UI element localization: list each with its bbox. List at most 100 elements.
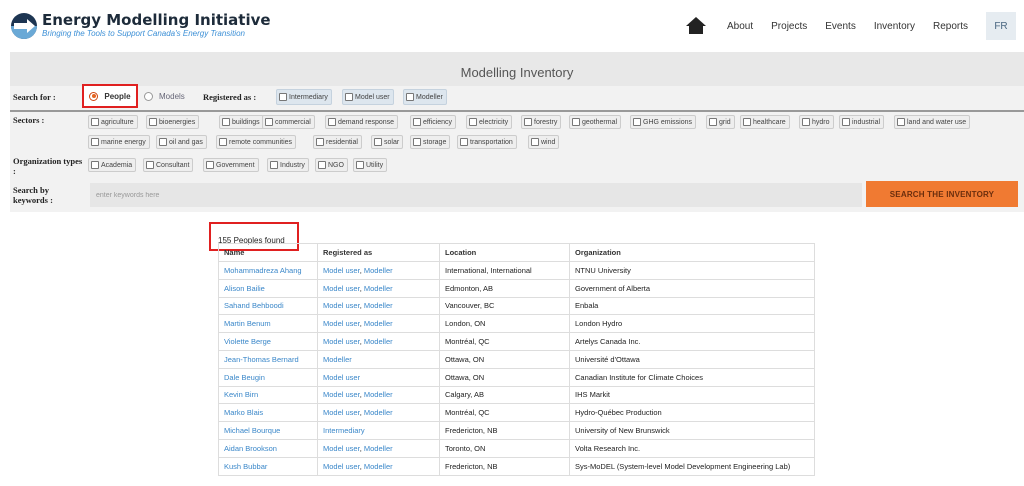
person-name-link[interactable]: Sahand Behboodi [218, 296, 318, 316]
home-icon[interactable] [685, 15, 707, 37]
registered-role-link[interactable]: Model user [323, 301, 360, 310]
sectors-label: Sectors : [13, 115, 45, 125]
checkbox-icon [91, 161, 99, 169]
table-row: Kush Bubbar Model user, Modeller Frederict… [218, 456, 815, 476]
column-header-name[interactable]: Name [218, 243, 318, 262]
sector-checkbox-transportation[interactable]: transportation [457, 135, 517, 149]
nav-events[interactable]: Events [825, 21, 856, 32]
registered-role-link[interactable]: Modeller [364, 337, 393, 346]
organization-cell: Artelys Canada Inc. [569, 332, 815, 351]
org-type-checkbox-consultant[interactable]: Consultant [143, 158, 194, 172]
registered-role-link[interactable]: Model user [323, 284, 360, 293]
people-radio[interactable]: People [82, 84, 138, 108]
registered-model-user-checkbox[interactable]: Model user [342, 89, 394, 105]
keywords-search-input[interactable] [90, 183, 862, 207]
person-name-link[interactable]: Kevin Birn [218, 385, 318, 405]
registered-role-link[interactable]: Modeller [364, 301, 393, 310]
registered-role-link[interactable]: Modeller [364, 408, 393, 417]
sector-checkbox-residential[interactable]: residential [313, 135, 362, 149]
org-type-checkbox-ngo[interactable]: NGO [315, 158, 348, 172]
registered-intermediary-checkbox[interactable]: Intermediary [276, 89, 332, 105]
registered-role-link[interactable]: Model user [323, 408, 360, 417]
person-name-link[interactable]: Jean-Thomas Bernard [218, 349, 318, 369]
sector-checkbox-hydro[interactable]: hydro [799, 115, 834, 129]
registered-role-link[interactable]: Modeller [364, 390, 393, 399]
sector-checkbox-geothermal[interactable]: geothermal [569, 115, 622, 129]
sector-checkbox-wind[interactable]: wind [528, 135, 560, 149]
checkbox-icon [219, 138, 227, 146]
sector-checkbox-bioenergies[interactable]: bioenergies [146, 115, 200, 129]
sector-checkbox-healthcare[interactable]: healthcare [740, 115, 790, 129]
checkbox-label: agriculture [101, 118, 134, 126]
registered-modeller-checkbox[interactable]: Modeller [403, 89, 447, 105]
sector-checkbox-storage[interactable]: storage [410, 135, 451, 149]
organization-cell: Université d'Ottawa [569, 349, 815, 369]
nav-reports[interactable]: Reports [933, 21, 968, 32]
sector-checkbox-grid[interactable]: grid [706, 115, 735, 129]
nav-projects[interactable]: Projects [771, 21, 807, 32]
registered-role-link[interactable]: Modeller [364, 284, 393, 293]
person-name-link[interactable]: Marko Blais [218, 403, 318, 423]
sector-checkbox-efficiency[interactable]: efficiency [410, 115, 457, 129]
registered-role-link[interactable]: Intermediary [323, 426, 365, 435]
registered-role-link[interactable]: Model user [323, 373, 360, 382]
language-toggle-button[interactable]: FR [986, 12, 1016, 40]
checkbox-label: wind [541, 138, 556, 146]
registered-role-link[interactable]: Modeller [364, 462, 393, 471]
org-type-checkbox-utility[interactable]: Utility [353, 158, 388, 172]
nav-about[interactable]: About [727, 21, 753, 32]
site-title[interactable]: Energy Modelling Initiative [42, 11, 271, 29]
sector-checkbox-ghg-emissions[interactable]: GHG emissions [630, 115, 697, 129]
person-name-link[interactable]: Mohammadreza Ahang [218, 261, 318, 280]
person-name-link[interactable]: Dale Beugin [218, 367, 318, 387]
radio-unselected-icon [144, 91, 153, 101]
sector-checkbox-demand-response[interactable]: demand response [325, 115, 399, 129]
sector-checkbox-marine-energy[interactable]: marine energy [88, 135, 150, 149]
org-type-checkbox-government[interactable]: Government [203, 158, 259, 172]
sector-checkbox-commercial[interactable]: commercial [262, 115, 315, 129]
checkbox-label: electricity [479, 118, 509, 126]
logo-icon[interactable] [10, 12, 38, 40]
sector-checkbox-electricity[interactable]: electricity [466, 115, 513, 129]
registered-role-link[interactable]: Modeller [364, 444, 393, 453]
organization-cell: Volta Research Inc. [569, 438, 815, 458]
org-type-checkbox-industry[interactable]: Industry [267, 158, 309, 172]
location-cell: Fredericton, NB [439, 456, 570, 476]
person-name-link[interactable]: Violette Berge [218, 332, 318, 351]
registered-role-link[interactable]: Model user [323, 390, 360, 399]
sector-checkbox-oil-and-gas[interactable]: oil and gas [156, 135, 207, 149]
person-name-link[interactable]: Aidan Brookson [218, 438, 318, 458]
registered-role-link[interactable]: Modeller [323, 355, 352, 364]
sector-checkbox-forestry[interactable]: forestry [521, 115, 562, 129]
checkbox-icon [531, 138, 539, 146]
checkbox-icon [406, 93, 414, 101]
checkbox-icon [802, 118, 810, 126]
search-inventory-button[interactable]: SEARCH THE INVENTORY [866, 181, 1018, 207]
person-name-link[interactable]: Kush Bubbar [218, 456, 318, 476]
sector-checkbox-remote-communities[interactable]: remote communities [216, 135, 297, 149]
registered-role-link[interactable]: Model user [323, 319, 360, 328]
sector-checkbox-agriculture[interactable]: agriculture [88, 115, 138, 129]
org-type-checkbox-academia[interactable]: Academia [88, 158, 137, 172]
sector-checkbox-solar[interactable]: solar [371, 135, 404, 149]
person-name-link[interactable]: Alison Bailie [218, 278, 318, 298]
sector-checkbox-industrial[interactable]: industrial [839, 115, 885, 129]
column-header-registered[interactable]: Registered as [317, 243, 440, 262]
registered-role-link[interactable]: Model user [323, 337, 360, 346]
person-name-link[interactable]: Martin Benum [218, 314, 318, 334]
registered-as-cell: Model user, Modeller [317, 261, 440, 280]
registered-role-link[interactable]: Modeller [364, 319, 393, 328]
registered-role-link[interactable]: Model user [323, 444, 360, 453]
registered-role-link[interactable]: Modeller [364, 266, 393, 275]
column-header-organization[interactable]: Organization [569, 243, 815, 262]
sector-checkbox-buildings[interactable]: buildings [219, 115, 264, 129]
location-cell: Edmonton, AB [439, 278, 570, 298]
column-header-location[interactable]: Location [439, 243, 570, 262]
sector-checkbox-land-and-water-use[interactable]: land and water use [894, 115, 971, 129]
nav-inventory[interactable]: Inventory [874, 21, 915, 32]
checkbox-label: forestry [534, 118, 558, 126]
registered-role-link[interactable]: Model user [323, 462, 360, 471]
person-name-link[interactable]: Michael Bourque [218, 421, 318, 440]
models-radio[interactable]: Models [144, 87, 185, 105]
registered-role-link[interactable]: Model user [323, 266, 360, 275]
